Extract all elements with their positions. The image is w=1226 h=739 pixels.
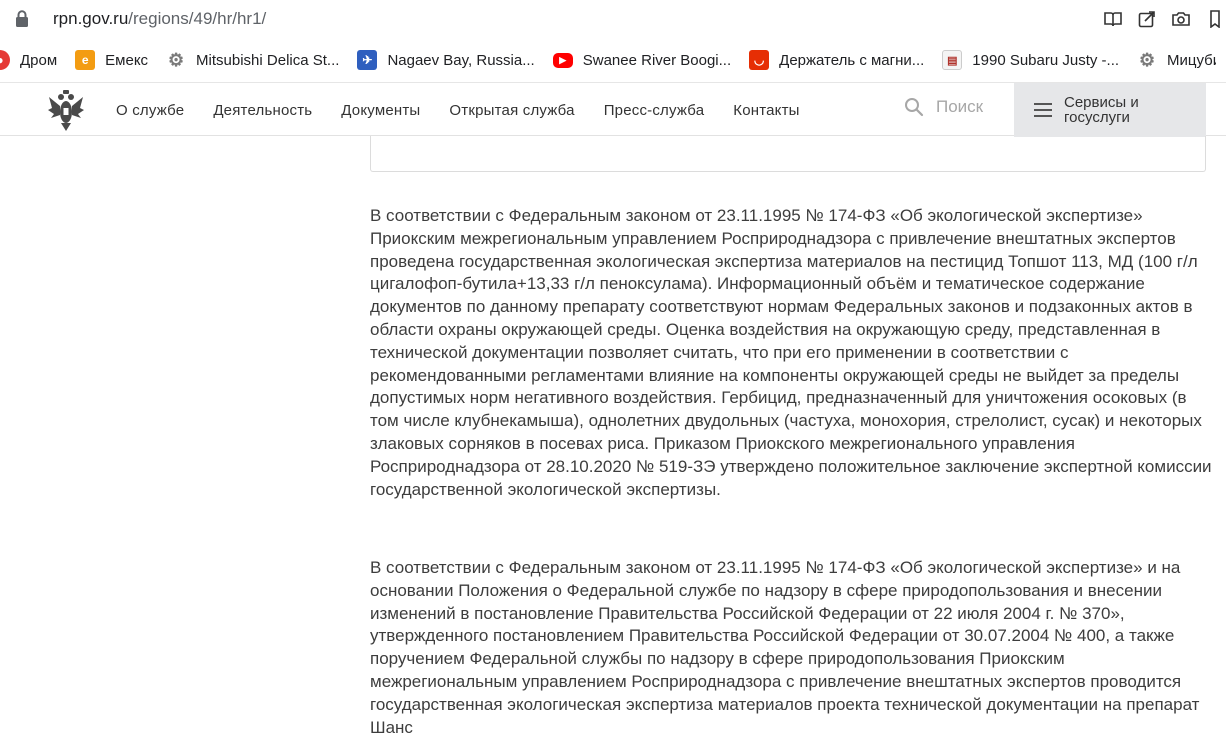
nav-press-service[interactable]: Пресс-служба bbox=[604, 102, 705, 119]
drom-icon: ● bbox=[0, 50, 10, 70]
bookmark-emex[interactable]: e Емекс bbox=[75, 50, 148, 70]
url-host: rpn.gov.ru bbox=[53, 9, 129, 28]
nav-contacts[interactable]: Контакты bbox=[733, 102, 799, 119]
url-path: /regions/49/hr/hr1/ bbox=[128, 9, 267, 28]
bookmark-label: Емекс bbox=[105, 51, 149, 69]
nav-activity[interactable]: Деятельность bbox=[213, 102, 312, 119]
article-paragraph-1: В соответствии с Федеральным законом от … bbox=[370, 206, 1212, 499]
bookmark-swanee-river[interactable]: ▶ Swanee River Boogi... bbox=[552, 51, 732, 69]
bookmark-label: Мицубиси Падж bbox=[1167, 51, 1216, 69]
share-icon[interactable] bbox=[1136, 8, 1158, 30]
content-card-bottom bbox=[370, 136, 1206, 172]
document-icon: ▤ bbox=[942, 50, 963, 70]
menu-icon bbox=[1034, 103, 1052, 117]
bookmark-mitsubishi-pajero[interactable]: ⚙ Мицубиси Падж bbox=[1137, 50, 1216, 70]
reader-mode-icon[interactable] bbox=[1102, 8, 1124, 30]
emblem-logo[interactable] bbox=[46, 88, 86, 132]
search-icon bbox=[905, 98, 924, 117]
bookmark-mitsubishi-delica[interactable]: ⚙ Mitsubishi Delica St... bbox=[166, 50, 339, 70]
search-label: Поиск bbox=[936, 97, 984, 116]
emex-icon: e bbox=[75, 50, 96, 70]
gear-icon: ⚙ bbox=[167, 49, 185, 70]
article-paragraph-2: В соответствии с Федеральным законом от … bbox=[370, 558, 1200, 737]
bookmark-label: Swanee River Boogi... bbox=[582, 51, 732, 69]
nav-about[interactable]: О службе bbox=[116, 102, 184, 119]
bookmark-label: Дром bbox=[20, 51, 58, 69]
bookmark-label: 1990 Subaru Justy -... bbox=[972, 51, 1120, 69]
youtube-icon: ▶ bbox=[552, 52, 573, 68]
search-button[interactable]: Поиск bbox=[904, 97, 983, 117]
aliexpress-icon: ◡ bbox=[749, 50, 770, 70]
bookmark-label: Mitsubishi Delica St... bbox=[196, 51, 340, 69]
site-header: О службе Деятельность Документы Открытая… bbox=[0, 82, 1226, 137]
bookmark-holder[interactable]: ◡ Держатель с магни... bbox=[749, 50, 924, 70]
url-text[interactable]: rpn.gov.ru/regions/49/hr/hr1/ bbox=[53, 9, 266, 29]
services-label: Сервисы и госуслуги bbox=[1064, 94, 1139, 126]
main-nav: О службе Деятельность Документы Открытая… bbox=[116, 83, 829, 137]
bookmark-label: Держатель с магни... bbox=[779, 51, 925, 69]
bookmark-nagaev-bay[interactable]: ✈ Nagaev Bay, Russia... bbox=[357, 50, 535, 70]
address-bar[interactable]: rpn.gov.ru/regions/49/hr/hr1/ bbox=[0, 0, 1226, 40]
lock-icon[interactable] bbox=[14, 10, 30, 28]
globe-icon: ✈ bbox=[357, 50, 378, 70]
services-button[interactable]: Сервисы и госуслуги bbox=[1014, 83, 1206, 137]
bookmark-label: Nagaev Bay, Russia... bbox=[387, 51, 535, 69]
gear-icon: ⚙ bbox=[1138, 49, 1156, 70]
bookmark-drom[interactable]: ● Дром bbox=[0, 50, 57, 70]
bookmark-subaru-justy[interactable]: ▤ 1990 Subaru Justy -... bbox=[942, 50, 1119, 70]
camera-icon[interactable] bbox=[1170, 8, 1192, 30]
extension-icon[interactable] bbox=[1204, 8, 1226, 30]
nav-documents[interactable]: Документы bbox=[341, 102, 420, 119]
bookmarks-bar: ● Дром e Емекс ⚙ Mitsubishi Delica St...… bbox=[0, 44, 1216, 76]
nav-open-service[interactable]: Открытая служба bbox=[449, 102, 574, 119]
